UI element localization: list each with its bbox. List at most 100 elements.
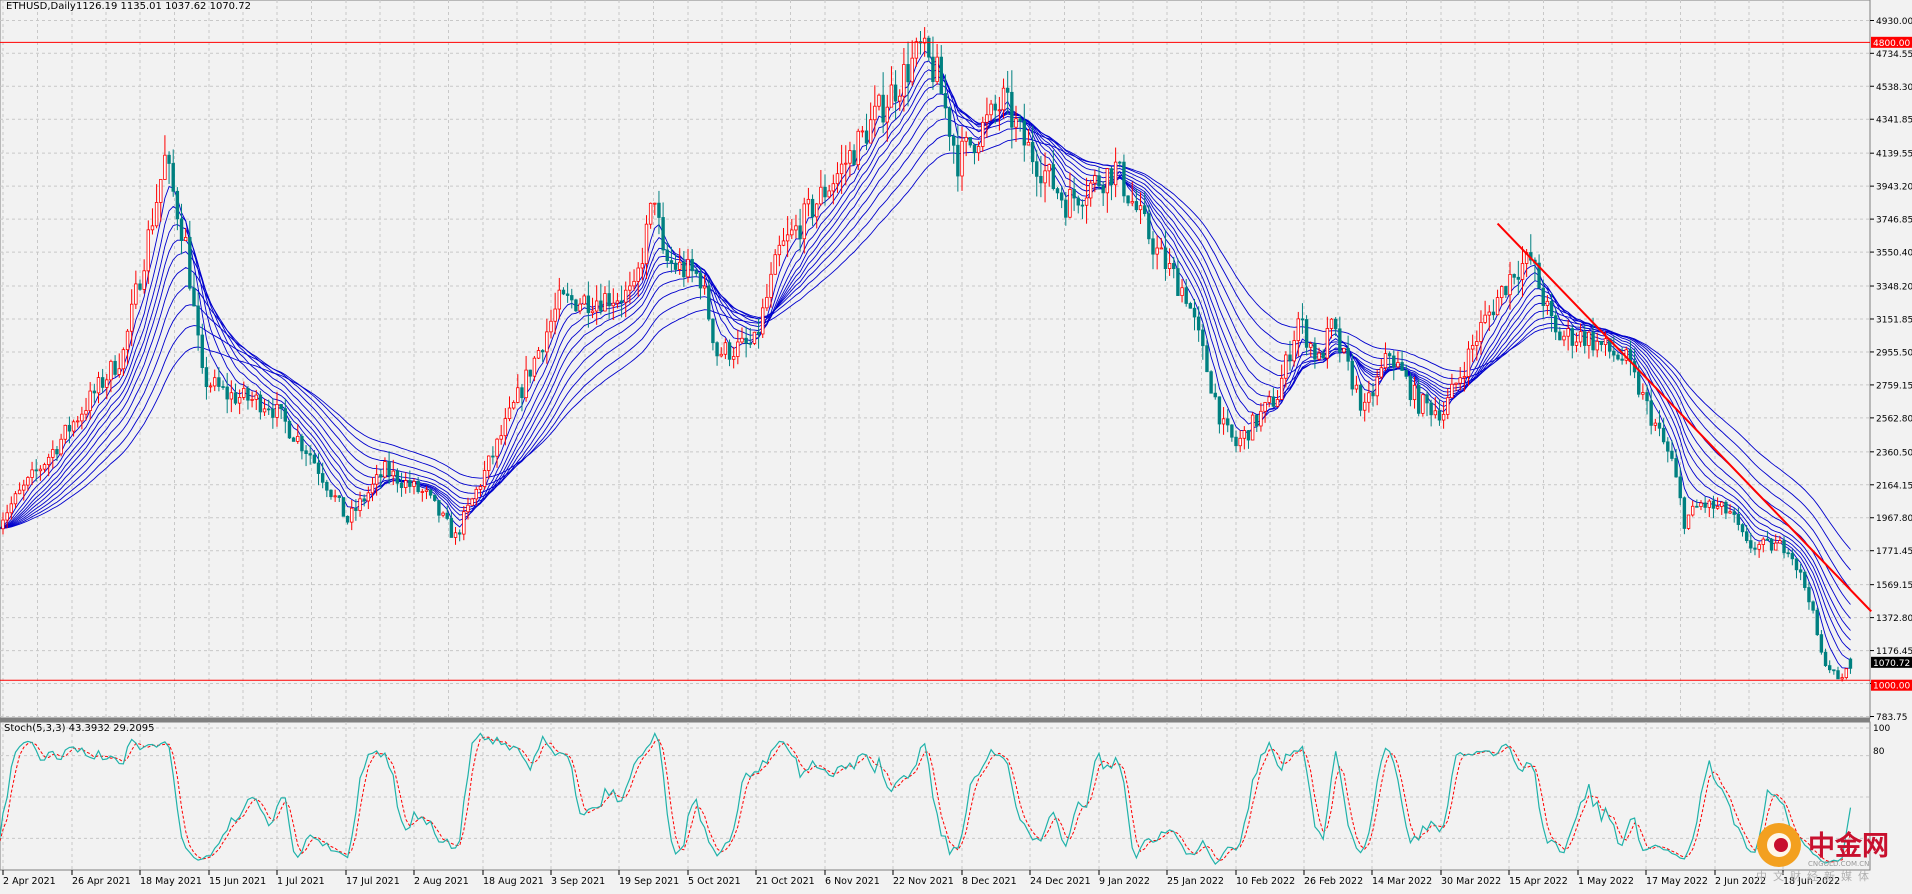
candle-body [487,455,491,471]
candle-body [632,280,636,287]
candle-body [1325,328,1330,359]
candle-body [196,305,200,336]
candle-body [752,331,757,344]
candle-body [1263,402,1267,412]
candle-body [661,217,665,251]
candle-body [952,136,956,146]
candle-body [13,493,18,505]
date-tick-label: 26 Feb 2022 [1304,876,1363,887]
candle-body [1479,322,1483,342]
price-panel[interactable]: ETHUSD,Daily 1126.19 1135.01 1037.62 107… [0,0,1872,719]
candle-body [1749,540,1753,549]
candle-body [183,237,188,241]
candle-body [387,461,391,477]
date-tick-label: 19 Sep 2021 [619,876,679,887]
price-tick-label: 1569.15 [1876,581,1912,591]
candle-body [495,438,499,457]
candle-body [1030,141,1035,163]
candle-body [337,495,341,498]
candle-body [225,386,229,400]
candle-body [877,94,881,107]
candle-body [524,369,528,399]
level-badge-4800-label: 4800.00 [1873,39,1910,49]
candle-body [38,468,43,472]
candle-body [1234,436,1238,447]
candle-body [889,84,894,108]
candle-body [1,519,5,530]
candle-body [1541,287,1545,306]
candle-body [287,420,292,439]
candle-body [1271,396,1276,407]
candle-body [1591,331,1595,351]
candle-body [611,302,615,307]
candle-body [981,121,985,147]
date-tick-label: 21 Oct 2021 [756,876,815,887]
candle-body [536,350,541,359]
candle-body [1686,514,1691,529]
candle-body [902,64,906,97]
candle-body [1578,331,1583,343]
candle-body [100,377,105,388]
candle-body [1317,352,1321,360]
candle-body [1292,340,1296,362]
candle-body [1043,170,1047,184]
candle-body [117,368,121,375]
price-tick-label: 1967.80 [1876,514,1912,524]
date-tick-label: 22 Nov 2021 [893,876,954,887]
candle-body [59,438,63,455]
brand-tagline: 中文财经新媒体 [1756,869,1875,883]
stochastic-label: Stoch(5,3,3) 43.3932 29.2095 [4,723,155,734]
candle-body [553,308,557,322]
candle-body [1437,410,1442,421]
candle-body [839,163,844,175]
candle-body [1014,118,1018,128]
candle-body [453,532,458,538]
candle-body [1620,358,1624,361]
candle-body [125,330,130,351]
stochastic-panel[interactable]: Stoch(5,3,3) 43.3932 29.2095 100 80 [0,721,1890,871]
price-tick-label: 1372.80 [1876,614,1912,624]
candle-body [628,285,632,291]
candle-body [1595,340,1599,351]
candle-body [1653,422,1658,426]
price-panel-frame [0,0,1871,719]
candle-body [420,491,425,493]
candle-body [1201,329,1205,347]
date-tick-label: 17 Jul 2021 [346,876,400,887]
candle-body [1039,175,1043,184]
price-tick-label: 2164.15 [1876,481,1912,491]
candle-body [254,394,258,400]
candle-body [927,37,931,58]
candle-body [1010,91,1014,128]
candle-body [1342,347,1346,353]
candle-body [163,154,167,180]
candle-body [229,392,234,400]
candle-body [258,394,263,413]
candle-body [159,179,163,203]
candle-body [1221,418,1226,425]
candle-body [1670,450,1674,459]
candle-body [433,494,437,501]
candle-body [1803,571,1807,588]
candle-body [1250,414,1255,441]
candle-body [574,299,578,312]
candle-body [200,334,204,368]
panel-separator[interactable] [0,718,1870,722]
date-tick-label: 5 Oct 2021 [688,876,741,887]
candle-body [856,130,860,166]
candle-body [404,480,408,488]
candle-body [138,283,142,290]
candle-body [30,469,34,478]
candle-body [221,386,225,388]
candle-body [541,350,545,353]
chart-window[interactable]: ETHUSD,Daily 1126.19 1135.01 1037.62 107… [0,0,1912,894]
candle-body [1612,350,1616,356]
candle-body [1736,514,1741,525]
level-badge-1000-label: 1000.00 [1873,682,1910,692]
candle-body [1163,247,1168,270]
ohlc-readout: 1126.19 1135.01 1037.62 1070.72 [76,1,251,12]
candle-body [134,283,138,305]
candle-body [1001,87,1006,111]
candle-body [1396,362,1400,368]
candle-body [665,249,669,262]
